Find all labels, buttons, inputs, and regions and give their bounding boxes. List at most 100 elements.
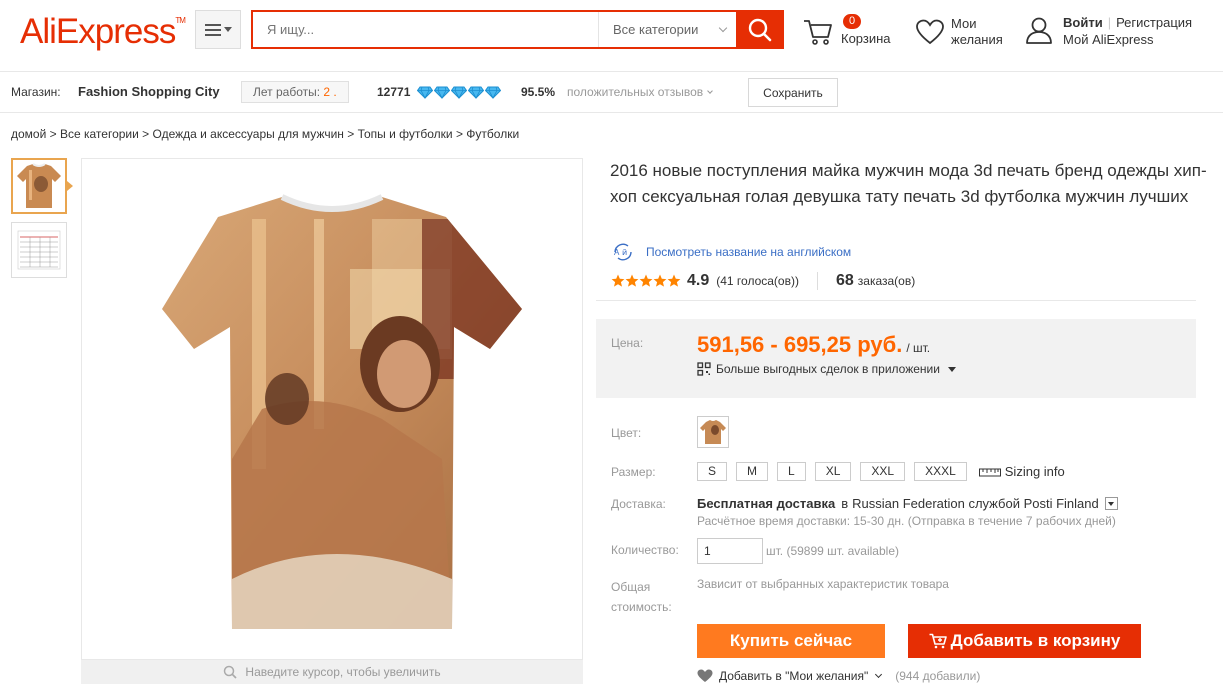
ruler-icon: [978, 468, 1001, 476]
color-swatch-image: [700, 420, 726, 444]
caret-down-icon: [223, 27, 232, 32]
save-store-button[interactable]: Сохранить: [748, 78, 838, 107]
search-bar: Все категории: [251, 10, 784, 49]
quantity-input[interactable]: [697, 538, 763, 564]
size-options: S M L XL XXL XXXL Sizing info: [697, 462, 1065, 481]
wishlist-label-line1: Мои: [951, 16, 977, 31]
tshirt-product-image: [162, 194, 522, 629]
heart-icon: [916, 19, 944, 45]
diamond-icon: [417, 86, 433, 99]
my-aliexpress-link[interactable]: Мой AliExpress: [1063, 32, 1154, 47]
price-box: Цена: 591,56 - 695,25 руб. / шт. Больше в…: [596, 319, 1196, 398]
cart-plus-icon: [929, 633, 947, 649]
search-button[interactable]: [736, 10, 784, 49]
chevron-down-icon: [719, 23, 728, 33]
orders-count: 68: [835, 272, 854, 289]
caret-down-icon: [947, 366, 956, 372]
cart-link[interactable]: 0 Корзина: [803, 14, 903, 54]
price-value: 591,56 - 695,25 руб. / шт.: [697, 332, 931, 357]
product-rating: 4.9 (41 голоса(ов)) 68 заказа(ов): [611, 272, 915, 290]
cart-count-badge: 0: [843, 14, 862, 29]
diamond-icon: [468, 86, 484, 99]
cart-label: Корзина: [841, 31, 891, 46]
rating-stars[interactable]: [611, 274, 681, 288]
quantity-available: шт. (59899 шт. available): [766, 544, 899, 558]
store-label: Магазин:: [11, 85, 61, 99]
zoom-hint-bar: Наведите курсор, чтобы увеличить: [81, 660, 583, 684]
thumbnail-size-chart[interactable]: [11, 222, 67, 278]
chevron-down-icon: [875, 670, 883, 679]
delivery-destination: Russian Federation службой Posti Finland: [852, 496, 1099, 511]
translate-icon: A й: [614, 243, 632, 261]
delivery-info: Бесплатная доставка в Russian Federation…: [697, 496, 1118, 511]
price-label: Цена:: [611, 336, 644, 350]
breadcrumb[interactable]: домой > Все категории > Одежда и аксессу…: [11, 127, 519, 141]
add-to-cart-button[interactable]: Добавить в корзину: [908, 624, 1141, 658]
free-shipping-text: Бесплатная доставка: [697, 496, 836, 511]
size-option-xl[interactable]: XL: [814, 462, 852, 481]
qr-code-icon: [697, 362, 711, 376]
delivery-options-dropdown[interactable]: [1104, 497, 1118, 510]
orders-label: заказа(ов): [857, 274, 916, 288]
positive-feedback-dropdown[interactable]: положительных отзывов: [567, 85, 713, 99]
positive-feedback-percent: 95.5%: [521, 85, 556, 99]
diamond-icon: [451, 86, 467, 99]
size-label: Размер:: [611, 465, 656, 479]
quantity-label: Количество:: [611, 543, 679, 557]
color-label: Цвет:: [611, 426, 642, 440]
wishlist-link[interactable]: Мои желания: [915, 14, 1020, 54]
thumbnail-tshirt[interactable]: [11, 158, 73, 214]
wishlist-count: (944 добавили): [895, 669, 981, 683]
search-category-select[interactable]: Все категории: [598, 12, 736, 47]
size-option-xxl[interactable]: XXL: [860, 462, 906, 481]
zoom-hint-text: Наведите курсор, чтобы увеличить: [245, 665, 441, 679]
size-chart-thumbnail-image: [17, 230, 61, 270]
delivery-label: Доставка:: [611, 497, 666, 511]
size-option-xxxl[interactable]: XXXL: [914, 462, 967, 481]
size-option-l[interactable]: L: [777, 462, 806, 481]
menu-icon: [204, 23, 221, 36]
diamond-icon: [434, 86, 450, 99]
main-product-image[interactable]: [81, 158, 583, 660]
view-english-title-link[interactable]: A й Посмотреть название на английском: [611, 243, 851, 261]
account-area: Войти | Регистрация Мой AliExpress: [1024, 13, 1214, 53]
rating-votes-link[interactable]: (41 голоса(ов)): [716, 274, 799, 288]
heart-icon: [697, 669, 713, 682]
add-to-wishlist-link[interactable]: Добавить в "Мои желания" (944 добавили): [697, 669, 980, 683]
store-years-badge: Лет работы: 2 .: [241, 81, 349, 103]
total-value: Зависит от выбранных характеристик товар…: [697, 577, 949, 591]
categories-menu-button[interactable]: [195, 10, 241, 49]
star-icons: [611, 274, 681, 287]
diamond-icon: [485, 86, 501, 99]
app-deals-dropdown[interactable]: Больше выгодных сделок в приложении: [697, 362, 956, 376]
svg-text:A: A: [614, 248, 620, 257]
svg-text:й: й: [622, 248, 627, 257]
color-swatch-tshirt[interactable]: [697, 416, 729, 448]
sizing-info-link[interactable]: Sizing info: [978, 464, 1065, 479]
store-diamonds: [417, 86, 501, 99]
size-option-s[interactable]: S: [697, 462, 728, 481]
magnifier-icon: [224, 665, 238, 679]
store-name-link[interactable]: Fashion Shopping City: [78, 84, 220, 99]
aliexpress-logo[interactable]: AliExpressTM: [20, 12, 186, 52]
cart-icon: [804, 20, 832, 45]
rating-value: 4.9: [687, 272, 710, 289]
delivery-time-text: Расчётное время доставки: 15-30 дн. (Отп…: [697, 514, 1116, 528]
buy-now-button[interactable]: Купить сейчас: [697, 624, 885, 658]
register-link[interactable]: Регистрация: [1116, 15, 1192, 30]
wishlist-label-line2: желания: [951, 32, 1003, 47]
store-bar: Магазин: Fashion Shopping City Лет работ…: [0, 72, 1223, 113]
login-link[interactable]: Войти: [1063, 15, 1103, 30]
caret-down-icon: [1108, 501, 1115, 506]
size-option-m[interactable]: M: [736, 462, 769, 481]
chevron-down-icon: [707, 88, 713, 94]
tshirt-thumbnail-image: [17, 163, 61, 208]
search-category-label: Все категории: [613, 22, 699, 37]
product-title: 2016 новые поступления майка мужчин мода…: [610, 161, 1207, 206]
total-label: Общая стоимость:: [611, 580, 672, 614]
user-icon: [1026, 17, 1052, 44]
search-icon: [748, 18, 772, 41]
header: AliExpressTM Все категории 0 Корзина: [0, 0, 1223, 72]
store-score: 12771: [377, 85, 411, 99]
search-input[interactable]: [253, 12, 598, 47]
